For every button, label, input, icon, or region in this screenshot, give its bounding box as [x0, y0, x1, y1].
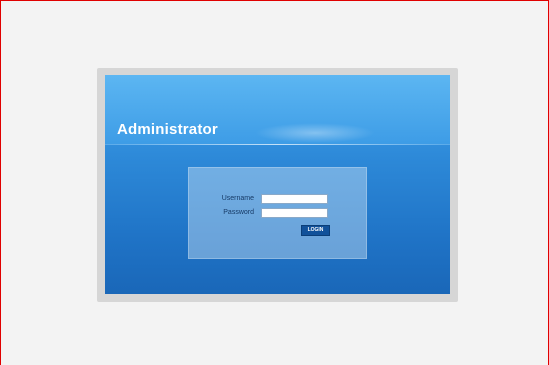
page-frame: Administrator Username Password LOGIN — [0, 0, 549, 365]
header-glow — [255, 123, 375, 143]
header-divider — [105, 144, 450, 145]
password-label: Password — [223, 209, 254, 216]
login-form-panel: Username Password LOGIN — [188, 167, 367, 259]
login-button[interactable]: LOGIN — [301, 225, 330, 236]
page-title: Administrator — [117, 121, 218, 138]
login-card: Administrator Username Password LOGIN — [105, 75, 450, 294]
username-field[interactable] — [261, 194, 328, 204]
username-label: Username — [221, 195, 254, 202]
password-field[interactable] — [261, 208, 328, 218]
